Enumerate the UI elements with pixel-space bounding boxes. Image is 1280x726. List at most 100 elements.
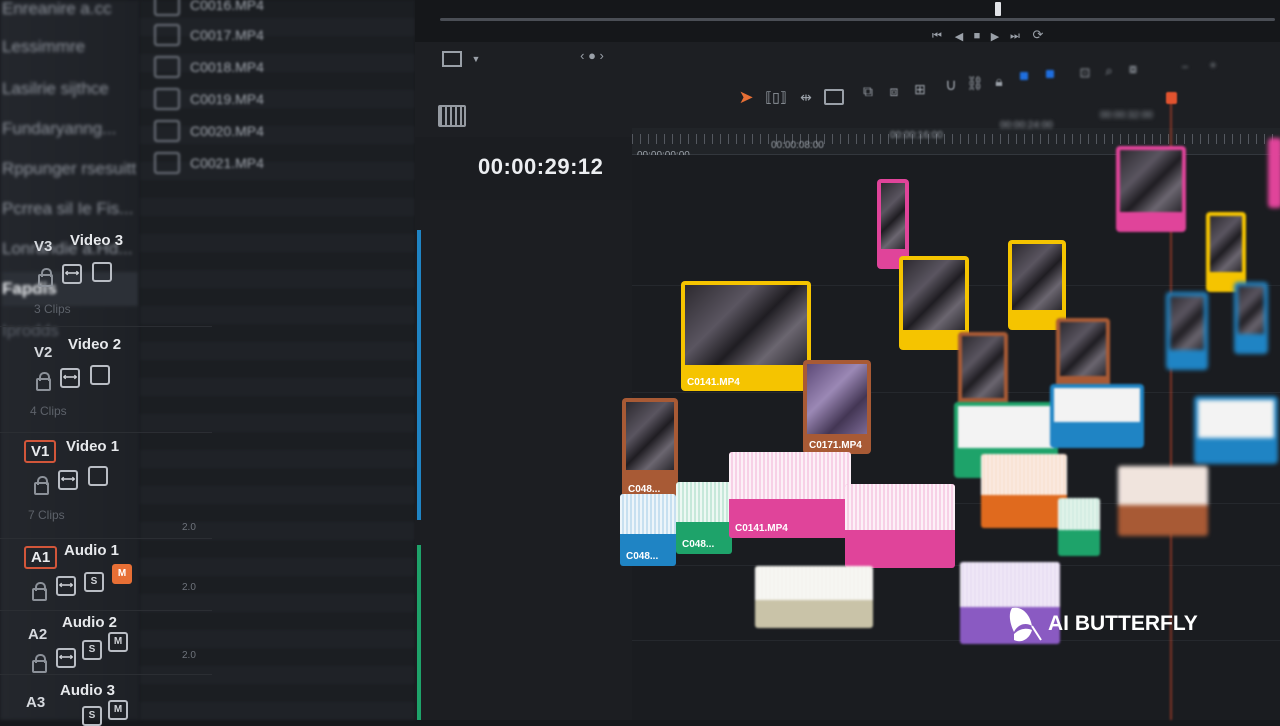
- replace-clip-icon[interactable]: ⊞: [910, 78, 930, 100]
- track-enable-icon[interactable]: [88, 466, 108, 486]
- insert-clip-icon[interactable]: ⧉: [858, 80, 878, 102]
- snapping-icon[interactable]: ∪: [942, 74, 960, 96]
- playhead-handle[interactable]: [1166, 92, 1177, 104]
- zoom-custom-icon[interactable]: ⧇: [1124, 60, 1142, 78]
- track-id-selected[interactable]: V1: [24, 440, 57, 463]
- blade-tool-icon[interactable]: [824, 86, 844, 108]
- lock-icon[interactable]: [38, 268, 53, 287]
- viewer-size-icon[interactable]: [442, 50, 462, 68]
- zoom-full-icon[interactable]: ⊡: [1076, 64, 1094, 82]
- solo-button[interactable]: S: [84, 572, 104, 592]
- track-header-a3[interactable]: A3 Audio 3 S M: [0, 676, 212, 726]
- clip-icon: [154, 88, 180, 110]
- link-icon[interactable]: ⛓: [966, 72, 984, 94]
- mute-button-active[interactable]: M: [112, 564, 132, 584]
- video-clip[interactable]: [1166, 292, 1208, 370]
- video-clip[interactable]: [1050, 384, 1144, 448]
- video-clip[interactable]: C048...: [622, 398, 678, 498]
- track-name: Video 1: [66, 438, 120, 455]
- butterfly-icon: [1009, 607, 1042, 642]
- mute-button[interactable]: M: [108, 632, 128, 652]
- overwrite-clip-icon[interactable]: ⧈: [884, 80, 904, 102]
- lock-icon[interactable]: [34, 476, 49, 495]
- clip-icon: [154, 152, 180, 174]
- media-pool-item[interactable]: Enreanire a.cc: [2, 0, 138, 24]
- media-pool-item[interactable]: Rppunger rsesuitt: [2, 154, 138, 184]
- solo-button[interactable]: S: [82, 706, 102, 726]
- selection-tool-icon[interactable]: ➤: [738, 86, 754, 108]
- zoom-slider-icon[interactable]: −: [1176, 58, 1194, 76]
- track-header-v2[interactable]: V2 Video 2 ⟷ 4 Clips: [0, 328, 212, 433]
- clip-list-label: C0017.MP4: [190, 27, 264, 43]
- lock-icon[interactable]: [36, 372, 51, 391]
- track-header-a1[interactable]: A1 Audio 1 ⟷ S M 2.0: [0, 522, 212, 611]
- position-lock-icon[interactable]: 🔒︎: [990, 70, 1008, 92]
- audio-clip[interactable]: C048...: [676, 482, 732, 554]
- track-header-v1[interactable]: V1 Video 1 ⟷ 7 Clips: [0, 434, 212, 539]
- track-clip-count: 3 Clips: [34, 302, 71, 316]
- media-pool-item[interactable]: Lasilrie sijthce: [2, 74, 138, 104]
- video-clip[interactable]: [1116, 146, 1186, 232]
- mute-button[interactable]: M: [108, 700, 128, 720]
- video-clip[interactable]: [1206, 212, 1246, 292]
- track-level: 2.0: [182, 650, 196, 661]
- scrubber-handle[interactable]: [995, 2, 1001, 16]
- chevron-down-icon[interactable]: ▼: [470, 52, 482, 66]
- video-clip[interactable]: C0171.MP4: [803, 360, 871, 454]
- timeline-timecode[interactable]: 00:00:29:12: [478, 154, 603, 180]
- auto-select-icon[interactable]: ⟷: [56, 648, 76, 668]
- track-header-a2[interactable]: A2 Audio 2 ⟷ S M 2.0 2.0: [0, 582, 212, 675]
- media-pool-item-label: Fundaryanng...: [2, 119, 117, 138]
- track-header-v3[interactable]: V3 Video 3 ⟷ 3 Clips: [0, 222, 212, 327]
- auto-select-icon[interactable]: ⟷: [60, 368, 80, 388]
- loop-icon[interactable]: ⟳: [1030, 27, 1046, 43]
- timeline-view-options-icon[interactable]: [438, 104, 466, 128]
- track-enable-icon[interactable]: [92, 262, 112, 282]
- zoom-in-icon[interactable]: +: [1204, 56, 1222, 74]
- zoom-detail-icon[interactable]: ⌕: [1100, 62, 1118, 80]
- audio-clip[interactable]: [981, 454, 1067, 528]
- auto-select-icon[interactable]: ⟷: [58, 470, 78, 490]
- video-clip[interactable]: [1008, 240, 1066, 330]
- video-clip-selected[interactable]: C0141.MP4: [681, 281, 811, 391]
- marker-icon[interactable]: [1044, 68, 1056, 80]
- trim-tool-icon[interactable]: ⟦▯⟧: [764, 86, 788, 108]
- clip-list-item[interactable]: C0020.MP4: [154, 118, 264, 144]
- dynamic-trim-icon[interactable]: ⇹: [794, 86, 818, 108]
- flag-icon[interactable]: [1018, 70, 1030, 82]
- audio-clip[interactable]: [755, 566, 873, 628]
- audio-clip[interactable]: [1118, 466, 1208, 536]
- media-pool-item-label: Rppunger rsesuitt: [2, 159, 137, 178]
- track-name: Audio 3: [60, 682, 115, 699]
- clip-list-item[interactable]: C0016.MP4: [154, 0, 264, 18]
- audio-clip[interactable]: [1058, 498, 1100, 556]
- media-pool-item-label: Lessimmre: [2, 37, 86, 56]
- track-clip-count: 4 Clips: [30, 404, 67, 418]
- clip-list-item[interactable]: C0019.MP4: [154, 86, 264, 112]
- track-level: 2.0: [182, 522, 196, 533]
- media-pool-item-label: Enreanire a.cc: [2, 0, 112, 18]
- media-pool-item[interactable]: Fundaryanng...: [2, 114, 138, 144]
- auto-select-icon[interactable]: ⟷: [62, 264, 82, 284]
- page-nav[interactable]: ‹ ● ›: [572, 46, 612, 64]
- solo-button[interactable]: S: [82, 640, 102, 660]
- clip-list-label: C0019.MP4: [190, 91, 264, 107]
- auto-select-icon[interactable]: ⟷: [56, 576, 76, 596]
- video-clip[interactable]: [1268, 138, 1280, 208]
- clip-list-item[interactable]: C0021.MP4: [154, 150, 264, 176]
- lock-icon[interactable]: [32, 654, 47, 673]
- video-clip[interactable]: [1234, 282, 1268, 354]
- track-id-selected[interactable]: A1: [24, 546, 58, 569]
- clip-list-item[interactable]: C0017.MP4: [154, 22, 264, 48]
- clip-list-item[interactable]: C0018.MP4: [154, 54, 264, 80]
- audio-clip[interactable]: C048...: [620, 494, 676, 566]
- media-pool-item[interactable]: Lessimmre: [2, 32, 138, 62]
- audio-clip[interactable]: [845, 484, 955, 568]
- video-clip[interactable]: [1194, 396, 1278, 464]
- track-headers: [420, 200, 632, 720]
- audio-clip[interactable]: C0141.MP4: [729, 452, 851, 538]
- lock-icon[interactable]: [32, 582, 47, 601]
- media-pool-item[interactable]: Pcrrea sil Ie Fis...: [2, 194, 138, 224]
- viewer-scrubber[interactable]: [440, 18, 1275, 21]
- track-enable-icon[interactable]: [90, 365, 110, 385]
